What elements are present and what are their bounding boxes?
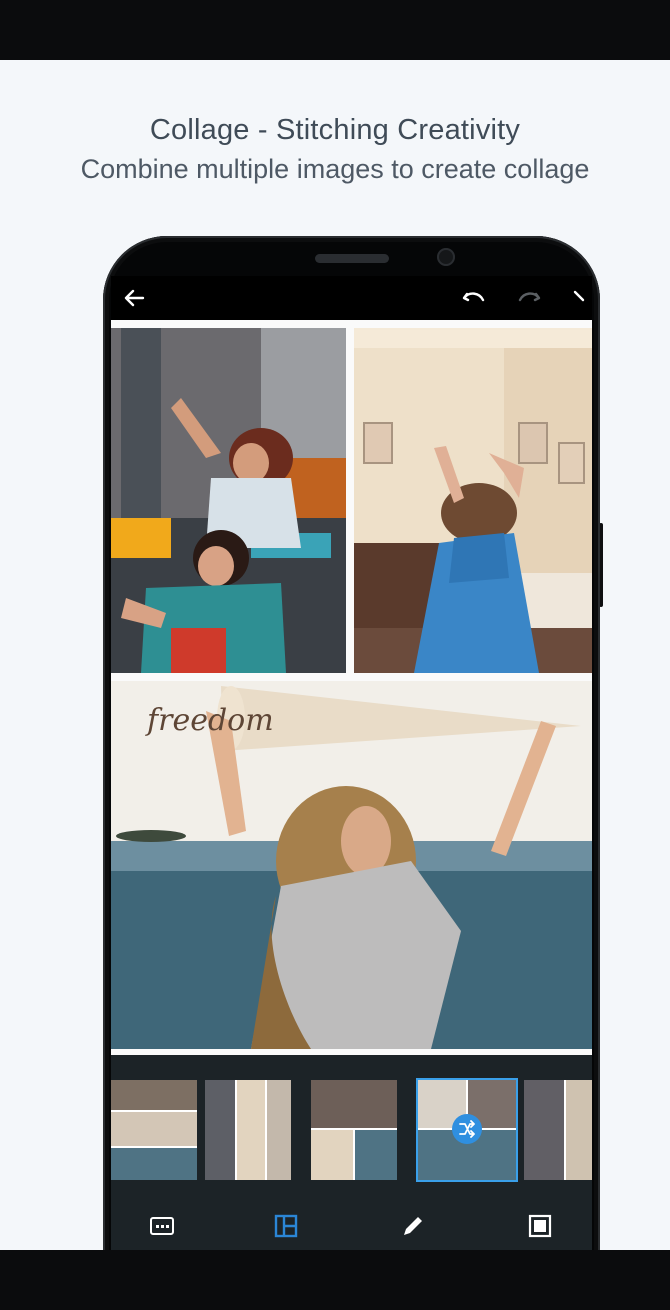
status-bar-bottom <box>0 1250 670 1310</box>
phone-speaker <box>315 254 389 263</box>
freedom-sea-photo[interactable]: freedom <box>111 681 592 1049</box>
aspect-ratio-icon[interactable] <box>147 1211 177 1241</box>
shuffle-icon[interactable] <box>452 1114 482 1144</box>
collage-canvas[interactable]: freedom <box>111 320 592 1055</box>
status-bar-top <box>0 0 670 60</box>
phone-frame: freedom <box>103 236 600 1296</box>
two-friends-photo[interactable] <box>111 328 346 673</box>
border-icon[interactable] <box>525 1211 555 1241</box>
app-screen: freedom <box>111 276 592 1256</box>
page-title: Collage - Stitching Creativity <box>149 114 521 146</box>
dancing-woman-photo[interactable] <box>354 328 592 673</box>
phone-camera <box>437 248 455 266</box>
app-bar <box>111 276 592 320</box>
undo-icon[interactable] <box>461 285 487 311</box>
layout-thumb-1[interactable] <box>111 1080 197 1180</box>
layout-thumb-2[interactable] <box>205 1080 291 1180</box>
more-icon[interactable] <box>567 285 593 311</box>
redo-icon[interactable] <box>516 285 542 311</box>
layout-thumb-5[interactable] <box>524 1080 592 1180</box>
layout-icon[interactable] <box>271 1211 301 1241</box>
back-arrow-icon[interactable] <box>121 285 147 311</box>
bottom-toolbar <box>111 1201 592 1256</box>
page-subtitle: Combine multiple images to create collag… <box>80 154 590 184</box>
layout-thumbnail-strip <box>111 1055 592 1201</box>
layout-thumb-3[interactable] <box>311 1080 397 1180</box>
pencil-icon[interactable] <box>398 1211 428 1241</box>
banner-text: freedom <box>147 703 274 738</box>
layout-thumb-4[interactable] <box>418 1080 516 1180</box>
